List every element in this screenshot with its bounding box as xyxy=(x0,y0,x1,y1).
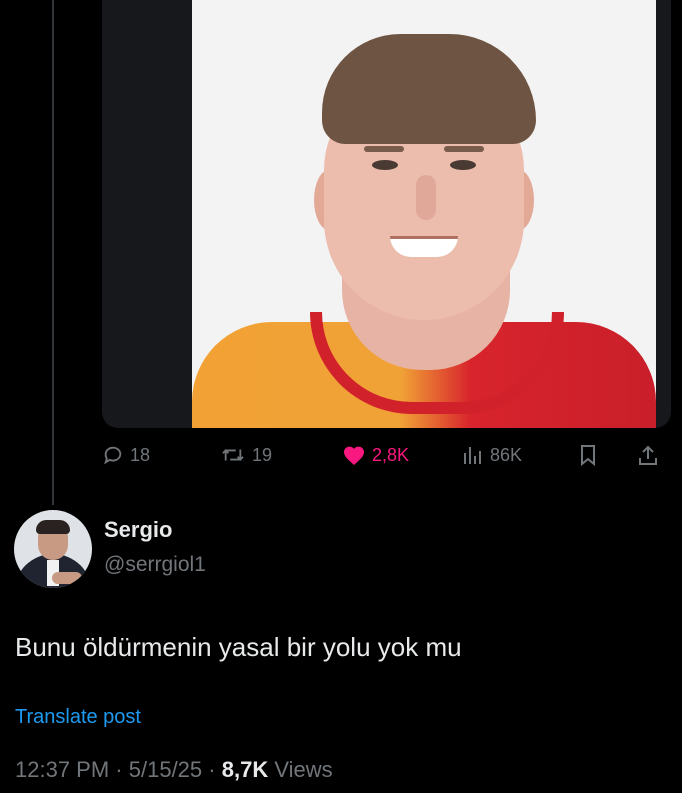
hair xyxy=(322,34,536,144)
translate-post-link[interactable]: Translate post xyxy=(15,706,141,729)
tweet-meta: 12:37 PM · 5/15/25 · 8,7K Views xyxy=(15,757,333,783)
repost-button[interactable]: 19 xyxy=(220,440,272,470)
player-photo[interactable] xyxy=(192,0,656,428)
like-count: 2,8K xyxy=(372,444,410,465)
reply-button[interactable]: 18 xyxy=(102,440,150,470)
eye-right xyxy=(450,160,476,170)
tweet-text: Bunu öldürmenin yasal bir yolu yok mu xyxy=(15,632,462,662)
heart-icon xyxy=(344,446,364,465)
avatar-hand xyxy=(52,572,82,584)
post-time[interactable]: 12:37 PM xyxy=(15,757,109,782)
views-button[interactable]: 86K xyxy=(462,440,522,470)
reply-count: 18 xyxy=(130,444,151,465)
reply-icon xyxy=(104,446,122,465)
post-views-label: Views xyxy=(274,757,333,782)
tweet-action-bar: 18 19 2,8K 86K xyxy=(102,440,672,470)
mouth xyxy=(390,236,458,257)
repost-count: 19 xyxy=(252,444,273,465)
display-name[interactable]: Sergio xyxy=(104,517,172,543)
thread-connector-line xyxy=(52,0,54,505)
eye-left xyxy=(372,160,398,170)
views-icon xyxy=(464,447,481,464)
avatar[interactable] xyxy=(14,510,92,588)
brow-right xyxy=(444,146,484,152)
share-button[interactable] xyxy=(637,440,659,470)
avatar-hair xyxy=(36,520,70,534)
share-icon xyxy=(639,445,657,465)
meta-separator: · xyxy=(115,757,123,782)
tweet-media-card[interactable] xyxy=(102,0,671,428)
like-button[interactable]: 2,8K xyxy=(342,440,409,470)
bookmark-button[interactable] xyxy=(578,440,598,470)
nose xyxy=(416,175,436,220)
user-handle[interactable]: @serrgiol1 xyxy=(104,553,206,577)
meta-separator: · xyxy=(208,757,216,782)
bookmark-icon xyxy=(581,445,595,466)
views-count: 86K xyxy=(490,444,523,465)
repost-icon xyxy=(222,449,244,461)
post-date[interactable]: 5/15/25 xyxy=(129,757,202,782)
brow-left xyxy=(364,146,404,152)
post-views-count: 8,7K xyxy=(221,757,269,782)
